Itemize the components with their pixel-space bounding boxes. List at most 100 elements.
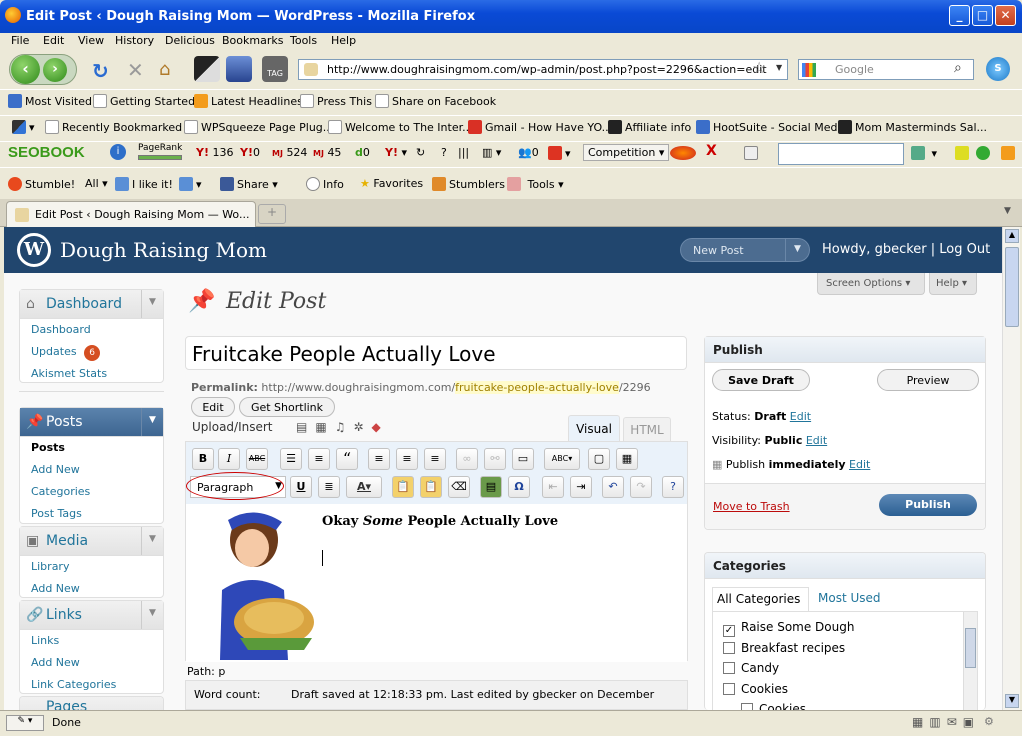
sidebar-item-post-tags[interactable]: Post Tags (20, 503, 163, 525)
tab-most-used[interactable]: Most Used (818, 591, 881, 605)
chevron-down-icon[interactable]: ▼ (141, 290, 163, 318)
stumblers-button[interactable]: Stumblers (432, 177, 505, 191)
kitchen-sink-button[interactable]: ▦ (616, 448, 638, 470)
more-tag-button[interactable]: ▭ (512, 448, 534, 470)
home-icon[interactable]: ⌂ (159, 59, 170, 80)
chevron-down-icon[interactable]: ▼ (141, 601, 163, 629)
blockquote-button[interactable]: “ (336, 448, 358, 470)
all-dropdown[interactable]: All ▾ (85, 177, 108, 190)
tag-icon[interactable]: TAG (262, 56, 288, 82)
tab-all-categories[interactable]: All Categories (712, 587, 809, 611)
sidebar-item-add-new[interactable]: Add New (20, 459, 163, 481)
tab-edit-post[interactable]: Edit Post ‹ Dough Raising Mom — Wo... (6, 201, 256, 227)
tab-list-icon[interactable]: ▼ (1004, 206, 1011, 216)
menu-view[interactable]: View (78, 34, 104, 47)
publish-button[interactable]: Publish (879, 494, 977, 516)
bookmark-most-visited[interactable]: Most Visited (8, 94, 92, 108)
menu-delicious[interactable]: Delicious (165, 34, 215, 47)
link-button[interactable]: ∞ (456, 448, 478, 470)
permalink-edit-button[interactable]: Edit (191, 397, 235, 417)
align-left-button[interactable]: ≡ (368, 448, 390, 470)
insert-media-button[interactable]: ▤ (480, 476, 502, 498)
sidebar-item-links[interactable]: Links (20, 630, 163, 652)
menu-history[interactable]: History (115, 34, 154, 47)
bookmark-gmail[interactable]: Gmail - How Have YO... (468, 120, 612, 134)
refresh-icon[interactable]: ↻ (416, 146, 425, 159)
status-tool-icon[interactable]: ✎ ▾ (6, 715, 44, 731)
category-checkbox[interactable] (723, 642, 735, 654)
sidebar-item-library[interactable]: Library (20, 556, 163, 578)
google-icon[interactable] (802, 63, 816, 77)
scroll-up-button[interactable]: ▲ (1005, 229, 1019, 243)
category-scroll-thumb[interactable] (965, 628, 976, 668)
bookmark-press-this[interactable]: Press This (300, 94, 372, 108)
indent-button[interactable]: ⇥ (570, 476, 592, 498)
permalink-slug[interactable]: fruitcake-people-actually-love (455, 381, 619, 394)
category-item[interactable]: Candy (723, 661, 779, 675)
category-checkbox[interactable]: ✓ (723, 625, 735, 637)
stop-icon[interactable]: ✕ (127, 58, 144, 82)
sidebar-item-categories[interactable]: Categories (20, 481, 163, 503)
category-checkbox[interactable] (741, 703, 753, 710)
undo-button[interactable]: ↶ (602, 476, 624, 498)
chevron-down-icon[interactable]: ▼ (141, 408, 163, 436)
gear-icon[interactable]: ⚙ (984, 715, 994, 728)
addon-icon[interactable]: ▦ (912, 715, 929, 729)
page-scrollbar[interactable]: ▲ ▼ (1002, 227, 1020, 710)
chart-icon[interactable]: ▥ ▾ (482, 146, 501, 159)
add-image-icon[interactable]: ▤ (296, 420, 315, 434)
close-button[interactable]: ✕ (995, 5, 1016, 26)
align-right-button[interactable]: ≡ (424, 448, 446, 470)
menu-posts-header[interactable]: 📌 Posts ▼ (20, 408, 163, 437)
sidebar-item-links-add-new[interactable]: Add New (20, 652, 163, 674)
url-input[interactable]: http://www.doughraisingmom.com/wp-admin/… (298, 59, 788, 80)
save-draft-button[interactable]: Save Draft (712, 369, 810, 391)
menu-links-header[interactable]: 🔗 Links ▼ (20, 601, 163, 630)
favorites-button[interactable]: ★ Favorites (360, 177, 423, 190)
screen-options-button[interactable]: Screen Options ▾ (817, 273, 925, 295)
ext2-icon[interactable] (226, 56, 252, 82)
category-item[interactable]: Breakfast recipes (723, 641, 845, 655)
sidebar-item-updates[interactable]: Updates 6 (20, 341, 163, 363)
help-icon[interactable]: ? (662, 476, 684, 498)
pagerank-meter[interactable]: PageRank (138, 143, 182, 163)
delicious-icon[interactable]: ▾ (12, 120, 35, 134)
menu-file[interactable]: File (11, 34, 29, 47)
move-to-trash-link[interactable]: Move to Trash (713, 500, 790, 513)
sidebar-item-akismet[interactable]: Akismet Stats (20, 363, 163, 385)
rss-feed-icon[interactable] (1001, 146, 1018, 160)
competition-dropdown[interactable]: Competition ▾ (583, 144, 670, 161)
align-center-button[interactable]: ≡ (396, 448, 418, 470)
category-item[interactable]: Cookies (741, 702, 806, 710)
special-character-button[interactable]: Ω (508, 476, 530, 498)
mail-icon[interactable]: ✉ (947, 715, 963, 729)
edit-icon[interactable] (744, 146, 761, 160)
url-dropdown-icon[interactable]: ▼ (776, 63, 782, 72)
forward-icon[interactable]: › (43, 58, 67, 82)
menu-dashboard-header[interactable]: ⌂ Dashboard ▼ (20, 290, 163, 319)
share-button[interactable]: Share ▾ (220, 177, 278, 191)
people-count[interactable]: 👥0 (518, 146, 539, 159)
menu-tools[interactable]: Tools (290, 34, 317, 47)
bookmark-welcome[interactable]: Welcome to The Inter... (328, 120, 473, 134)
majestic-links[interactable]: MJ 524 (272, 146, 307, 159)
user-greeting[interactable]: Howdy, gbecker | Log Out (822, 242, 990, 257)
bookmark-affiliate[interactable]: Affiliate info (608, 120, 691, 134)
strikethrough-button[interactable]: ABC (246, 448, 268, 470)
ext-icon[interactable] (194, 56, 220, 82)
back-icon[interactable]: ‹ (11, 55, 40, 84)
menu-help[interactable]: Help (331, 34, 356, 47)
question-count[interactable]: ? (441, 146, 447, 159)
new-tab-button[interactable]: + (258, 204, 286, 224)
bookmark-wpsqueeze[interactable]: WPSqueeze Page Plug... (184, 120, 333, 134)
tab-html[interactable]: HTML (623, 417, 671, 441)
paste-text-button[interactable]: 📋 (392, 476, 414, 498)
remove-format-button[interactable]: ⌫ (448, 476, 470, 498)
status-edit-link[interactable]: Edit (790, 410, 811, 423)
yahoo-count[interactable]: Y!0 (240, 146, 260, 159)
search-icon[interactable]: ⌕ (954, 60, 962, 76)
add-gallery-icon[interactable]: ◆ (372, 420, 389, 434)
sidebar-item-dashboard[interactable]: Dashboard (20, 319, 163, 341)
tray-icon[interactable]: ▣ (963, 715, 980, 729)
visibility-edit-link[interactable]: Edit (806, 434, 827, 447)
